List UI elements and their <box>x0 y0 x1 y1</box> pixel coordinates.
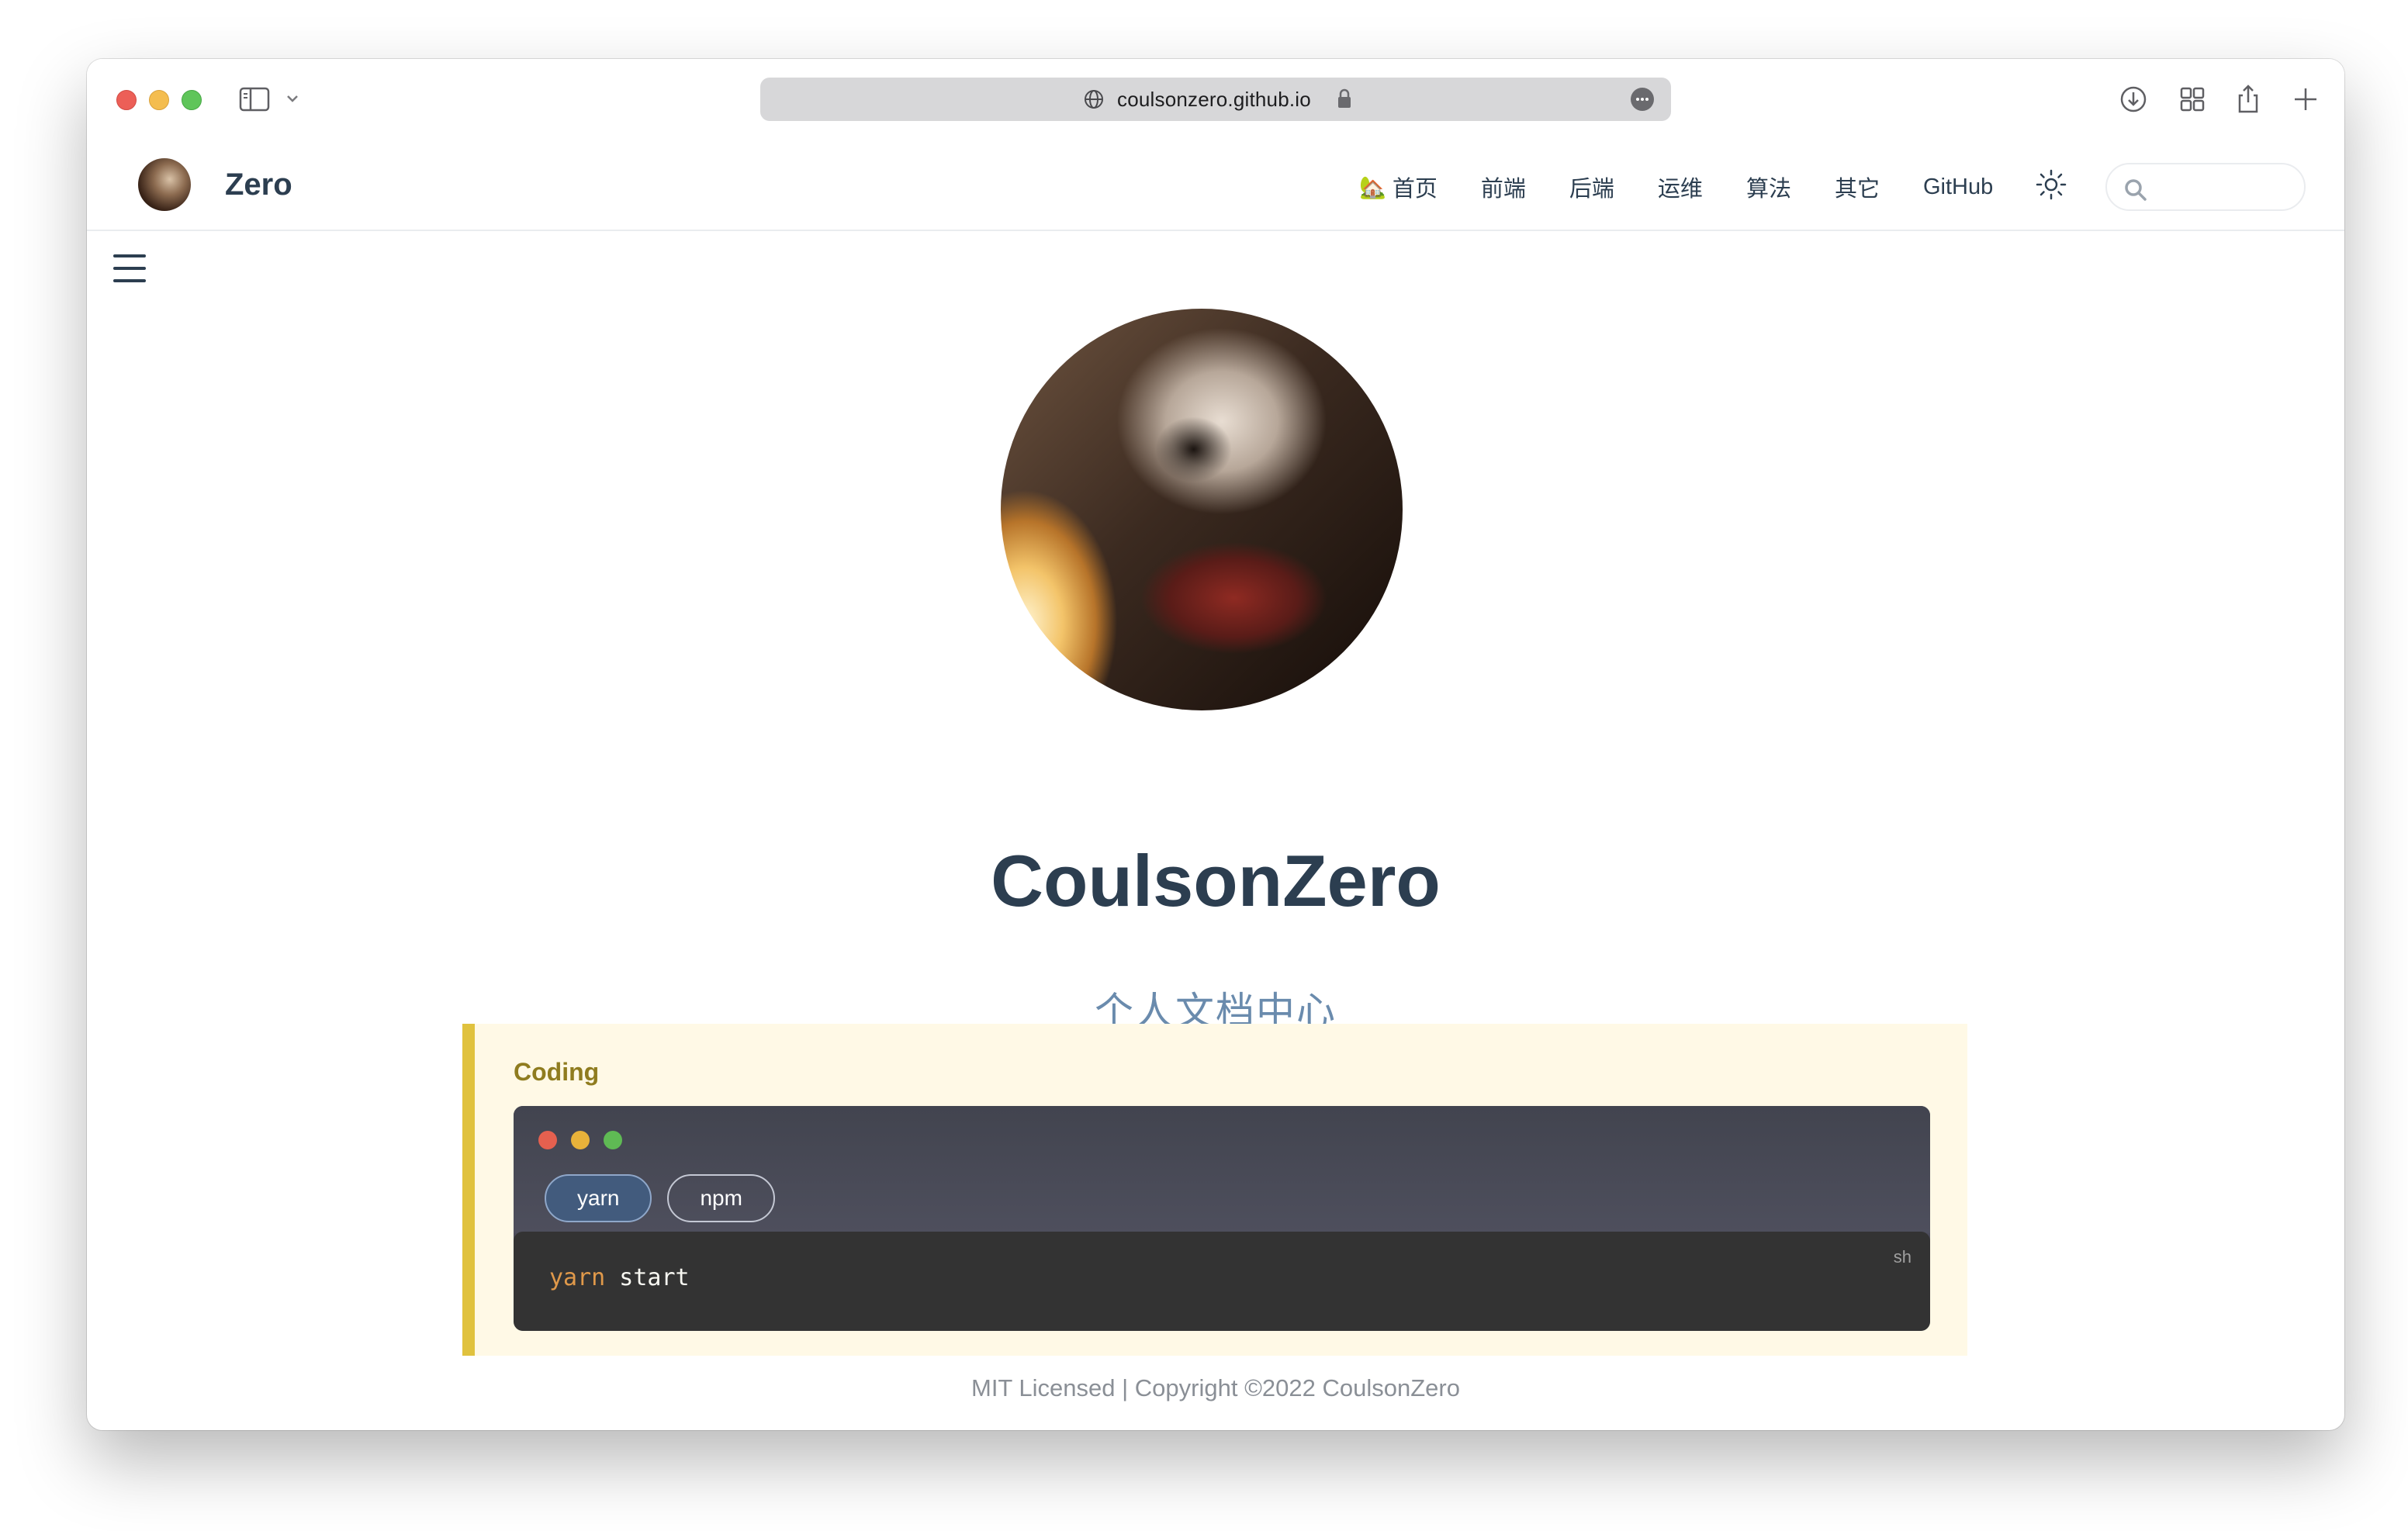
sun-icon[interactable] <box>2034 168 2068 202</box>
tab-overview-icon[interactable] <box>2175 82 2209 116</box>
nav-link-frontend[interactable]: 前端 <box>1481 171 1526 203</box>
nav-link-other[interactable]: 其它 <box>1835 171 1880 203</box>
code-argument: start <box>605 1264 690 1291</box>
browser-window: coulsonzero.github.io Zero 🏡 首页 前端 后端 运维… <box>87 59 2344 1430</box>
tab-npm[interactable]: npm <box>667 1174 775 1222</box>
tip-title: Coding <box>514 1058 600 1086</box>
code-group-header: yarn npm <box>514 1106 1930 1233</box>
search-input[interactable] <box>2154 174 2293 202</box>
nav-link-github[interactable]: GitHub <box>1923 175 1993 200</box>
url-text: coulsonzero.github.io <box>1117 88 1311 111</box>
code-window-dots <box>538 1131 622 1149</box>
new-tab-icon[interactable] <box>2289 82 2323 116</box>
page-menu-icon[interactable] <box>1631 88 1654 111</box>
tab-yarn[interactable]: yarn <box>545 1174 652 1222</box>
yellow-dot-icon <box>571 1131 590 1149</box>
address-bar[interactable]: coulsonzero.github.io <box>760 78 1671 121</box>
zoom-window-button[interactable] <box>182 90 202 110</box>
nav-links: 🏡 首页 前端 后端 运维 算法 其它 GitHub <box>1359 171 2036 203</box>
hamburger-menu-icon[interactable] <box>113 254 147 285</box>
code-group: yarn npm sh yarn start <box>514 1106 1930 1331</box>
code-block: sh yarn start <box>514 1232 1930 1331</box>
code-keyword: yarn <box>549 1264 606 1291</box>
code-line: yarn start <box>549 1264 690 1291</box>
globe-icon <box>1085 90 1103 109</box>
nav-link-ops[interactable]: 运维 <box>1658 171 1703 203</box>
hero-title: CoulsonZero <box>991 840 1441 921</box>
search-icon <box>2125 179 2147 201</box>
search-box[interactable] <box>2105 163 2306 211</box>
nav-link-algorithm[interactable]: 算法 <box>1746 171 1791 203</box>
site-name[interactable]: Zero <box>225 168 292 202</box>
home-icon: 🏡 <box>1359 175 1386 199</box>
browser-toolbar: coulsonzero.github.io <box>87 59 2344 140</box>
footer-text: MIT Licensed | Copyright ©2022 CoulsonZe… <box>971 1374 1460 1401</box>
hero-image <box>1001 309 1403 710</box>
download-icon[interactable] <box>2116 82 2150 116</box>
green-dot-icon <box>604 1131 622 1149</box>
nav-link-backend[interactable]: 后端 <box>1569 171 1614 203</box>
site-logo[interactable] <box>138 158 191 211</box>
red-dot-icon <box>538 1131 557 1149</box>
minimize-window-button[interactable] <box>149 90 169 110</box>
lock-icon <box>1338 88 1351 108</box>
site-navbar: Zero 🏡 首页 前端 后端 运维 算法 其它 GitHub <box>87 140 2344 231</box>
nav-link-home[interactable]: 🏡 首页 <box>1359 171 1438 203</box>
close-window-button[interactable] <box>116 90 137 110</box>
window-controls <box>116 90 202 110</box>
code-language-label: sh <box>1893 1247 1912 1267</box>
sidebar-toggle-icon[interactable] <box>239 87 270 112</box>
tip-container: Coding yarn npm sh yarn start <box>462 1024 1967 1356</box>
chevron-down-icon[interactable] <box>285 93 299 104</box>
share-icon[interactable] <box>2231 82 2265 116</box>
code-tabs: yarn npm <box>545 1174 775 1222</box>
